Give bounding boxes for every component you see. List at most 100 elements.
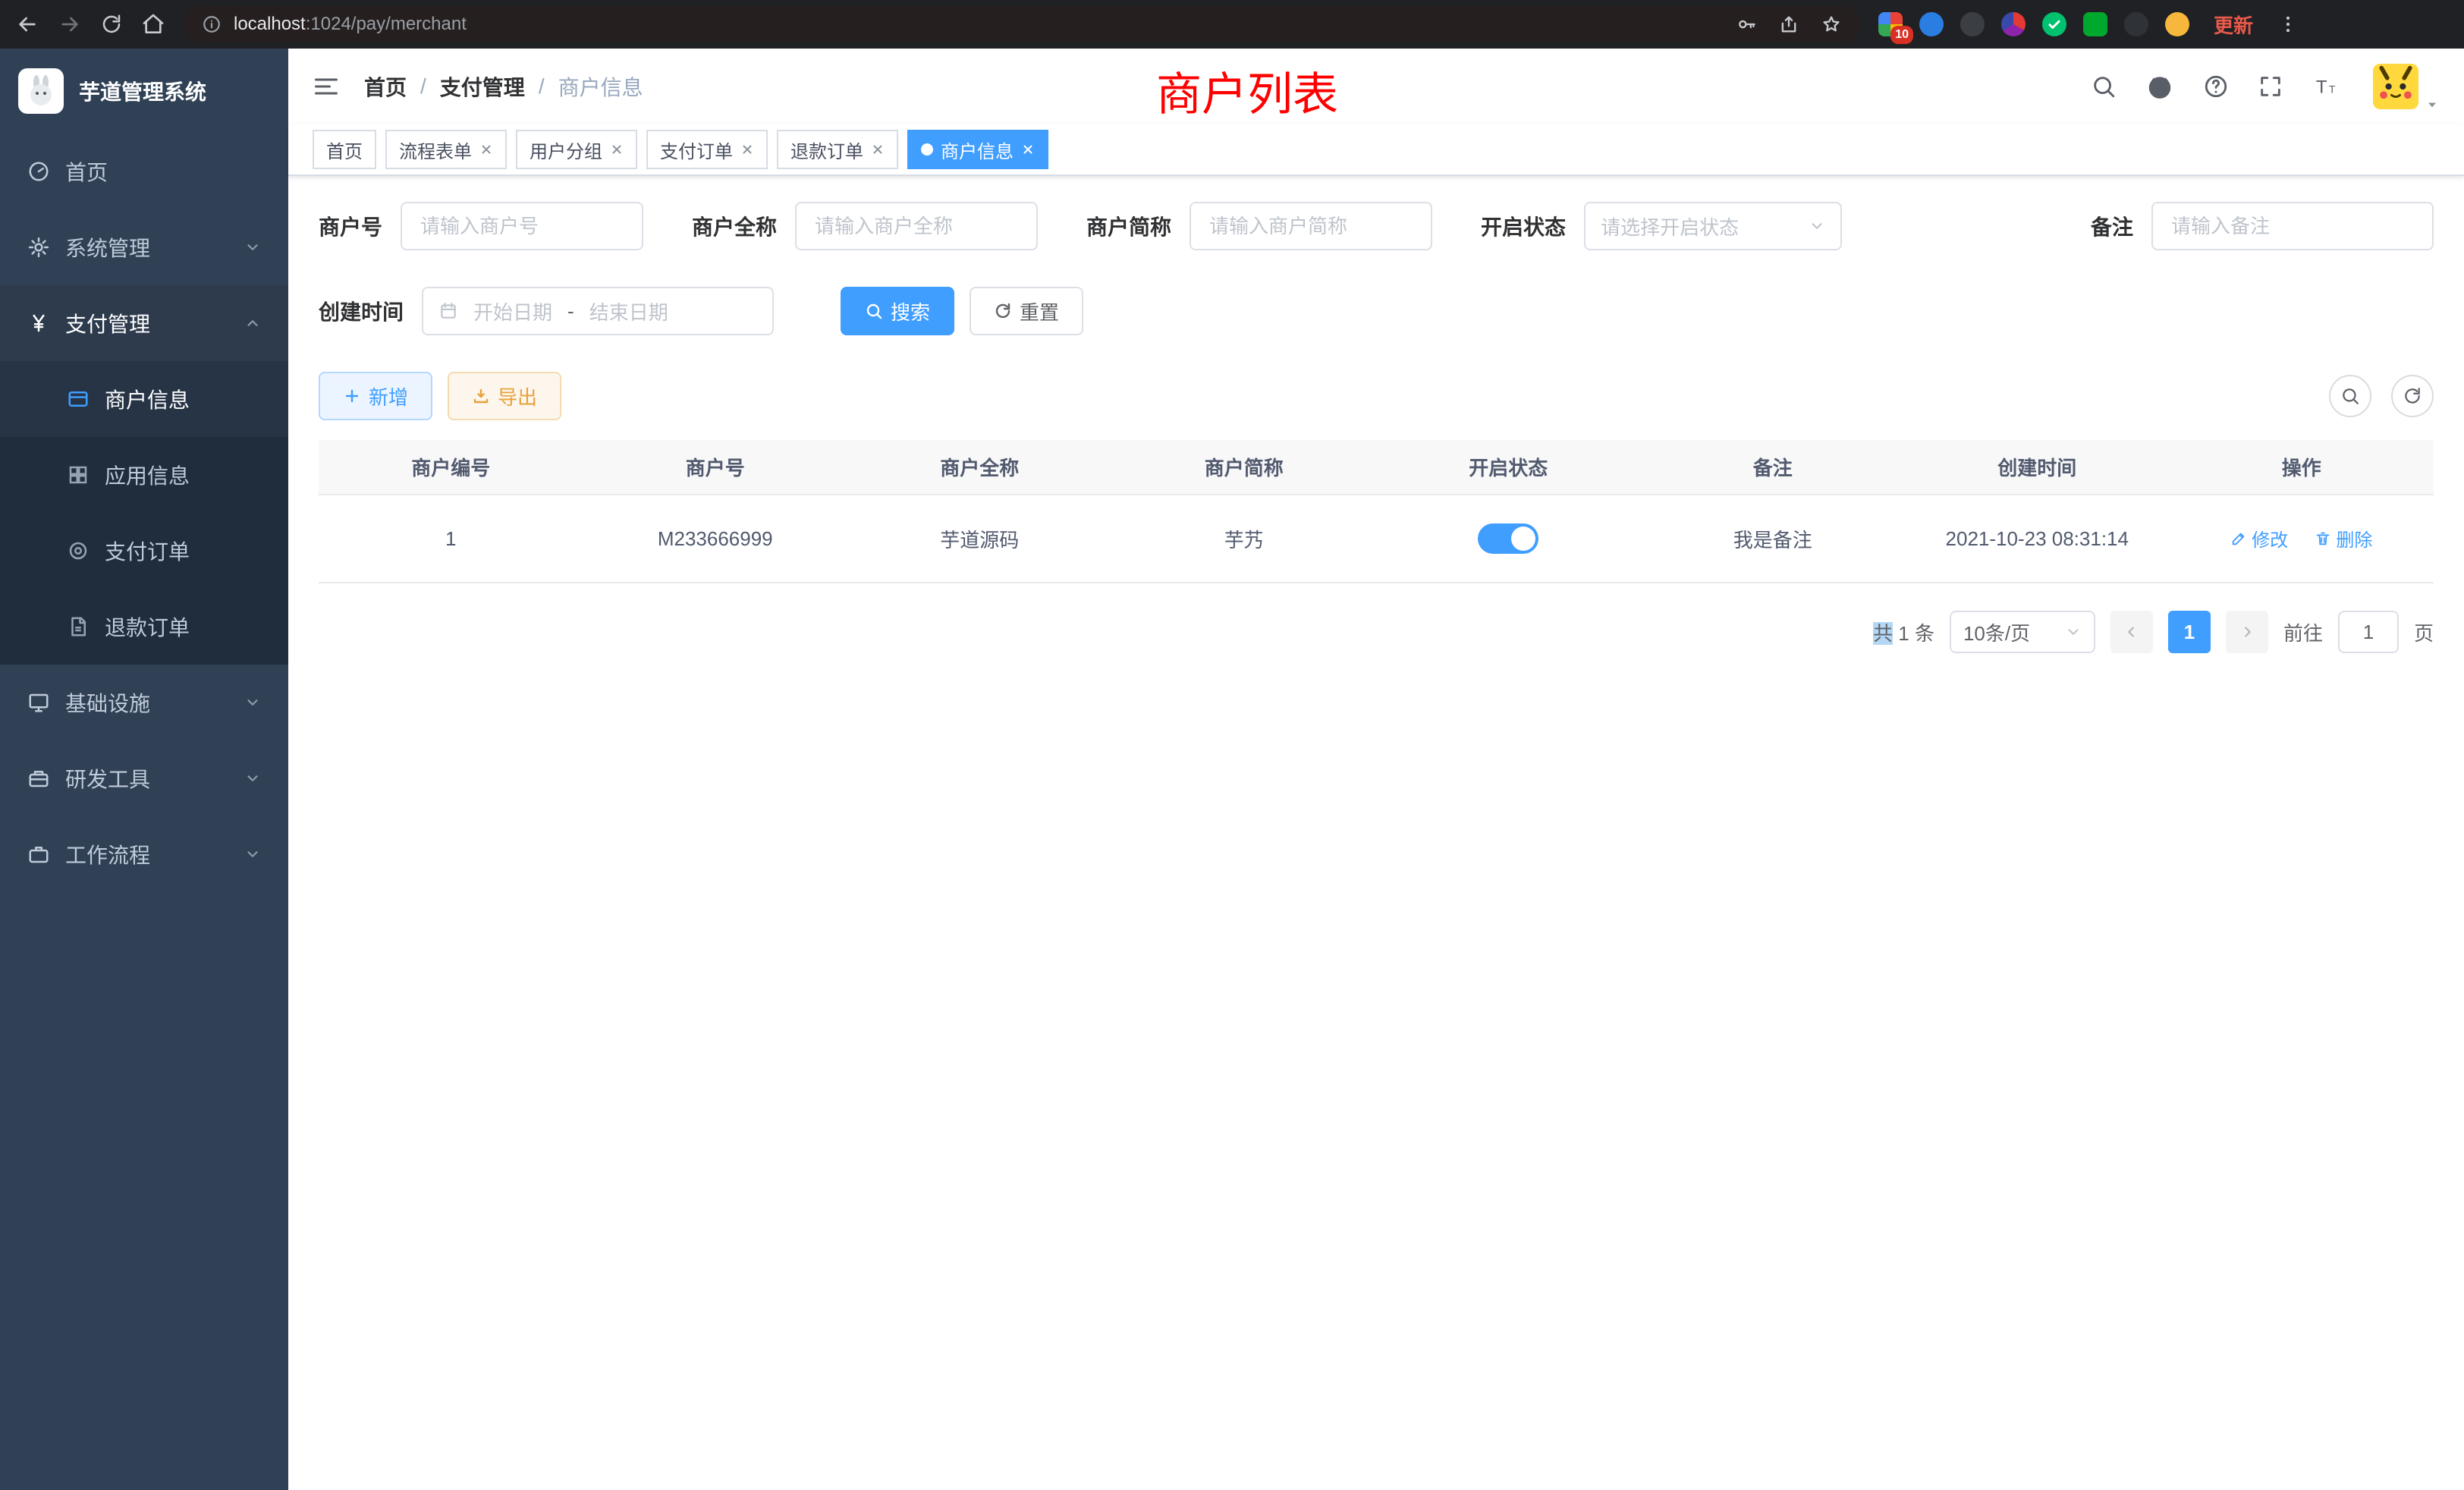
tab-label: 支付订单 — [660, 137, 733, 163]
browser-update-button[interactable]: 更新 — [2214, 11, 2253, 39]
table-row: 1 M233666999 芋道源码 芋艿 我是备注 2021-10-23 08:… — [319, 495, 2434, 583]
app-logo[interactable]: 芋道管理系统 — [0, 49, 288, 134]
remark-input[interactable] — [2151, 202, 2434, 250]
tab-merchant-info[interactable]: 商户信息 — [907, 130, 1048, 169]
filter-row-1: 商户号 商户全称 商户简称 开启状态 请选择开启状态 — [319, 202, 2434, 250]
filter-label: 商户简称 — [1086, 211, 1171, 241]
tab-pay-order[interactable]: 支付订单 — [646, 130, 768, 169]
sidebar-item-devtools[interactable]: 研发工具 — [0, 740, 288, 816]
monitor-icon — [27, 691, 50, 714]
font-size-icon[interactable]: TT — [2312, 74, 2341, 99]
url-host: localhost — [234, 14, 306, 34]
close-icon[interactable] — [740, 143, 754, 156]
sidebar-item-app-info[interactable]: 应用信息 — [0, 437, 288, 513]
pagination-total-rest: 1 条 — [1893, 622, 1934, 645]
tab-refund-order[interactable]: 退款订单 — [777, 130, 898, 169]
date-start-placeholder: 开始日期 — [473, 297, 552, 325]
search-button[interactable]: 搜索 — [841, 287, 954, 335]
col-create-time: 创建时间 — [1905, 440, 2170, 495]
edit-icon — [2230, 530, 2247, 547]
filter-short-name: 商户简称 — [1086, 202, 1432, 250]
sidebar-item-label: 退款订单 — [105, 611, 190, 642]
extension-icon-5[interactable] — [2042, 12, 2066, 36]
app-title: 芋道管理系统 — [79, 76, 206, 106]
extension-icon-6[interactable] — [2083, 12, 2107, 36]
extension-icon-1[interactable]: 10 — [1878, 12, 1903, 36]
bookmark-star-icon[interactable] — [1821, 14, 1842, 35]
sidebar-item-payment[interactable]: 支付管理 — [0, 285, 288, 361]
sidebar-fold-icon[interactable] — [313, 73, 340, 100]
add-button-label: 新增 — [369, 382, 408, 410]
fullscreen-icon[interactable] — [2258, 74, 2283, 99]
sidebar-item-system[interactable]: 系统管理 — [0, 209, 288, 285]
full-name-input[interactable] — [795, 202, 1038, 250]
address-bar[interactable]: localhost:1024/pay/merchant — [184, 6, 1860, 42]
tab-label: 退款订单 — [790, 137, 863, 163]
user-avatar[interactable] — [2373, 64, 2418, 109]
home-button[interactable] — [141, 12, 165, 36]
extension-icon-8[interactable] — [2165, 12, 2189, 36]
sidebar-item-workflow[interactable]: 工作流程 — [0, 816, 288, 892]
back-button[interactable] — [15, 12, 39, 36]
page-size-select[interactable]: 10条/页 — [1950, 611, 2095, 653]
close-icon[interactable] — [871, 143, 885, 156]
next-page-button[interactable] — [2226, 611, 2268, 653]
sidebar-item-label: 系统管理 — [65, 232, 150, 262]
share-icon[interactable] — [1778, 14, 1799, 35]
cell-create-time: 2021-10-23 08:31:14 — [1905, 495, 2170, 583]
filter-label: 备注 — [2091, 211, 2133, 241]
breadcrumb-home[interactable]: 首页 — [364, 71, 407, 102]
page-content: 商户号 商户全称 商户简称 开启状态 请选择开启状态 — [288, 176, 2464, 1490]
site-info-icon[interactable] — [202, 14, 222, 34]
add-button[interactable]: 新增 — [319, 372, 432, 420]
short-name-input[interactable] — [1190, 202, 1432, 250]
edit-button[interactable]: 修改 — [2230, 525, 2288, 552]
dashboard-icon — [27, 160, 50, 183]
sidebar-item-home[interactable]: 首页 — [0, 134, 288, 209]
sidebar-item-merchant-info[interactable]: 商户信息 — [0, 361, 288, 437]
export-button[interactable]: 导出 — [448, 372, 561, 420]
cell-merchant-id: 1 — [319, 495, 583, 583]
extension-icon-4[interactable] — [2001, 12, 2026, 36]
reset-button[interactable]: 重置 — [970, 287, 1083, 335]
sidebar-item-pay-order[interactable]: 支付订单 — [0, 513, 288, 589]
close-icon[interactable] — [610, 143, 624, 156]
refresh-table-button[interactable] — [2391, 375, 2434, 417]
help-icon[interactable] — [2203, 74, 2229, 99]
toggle-search-button[interactable] — [2329, 375, 2371, 417]
goto-page-input[interactable] — [2338, 611, 2399, 653]
delete-button[interactable]: 删除 — [2315, 525, 2372, 552]
sidebar-item-label: 研发工具 — [65, 763, 150, 794]
breadcrumb: 首页 / 支付管理 / 商户信息 — [364, 71, 643, 102]
status-select[interactable]: 请选择开启状态 — [1584, 202, 1842, 250]
cell-remark: 我是备注 — [1641, 495, 1906, 583]
browser-menu-icon[interactable] — [2277, 14, 2299, 35]
github-icon[interactable] — [2145, 72, 2174, 101]
tab-home[interactable]: 首页 — [313, 130, 376, 169]
merchant-table: 商户编号 商户号 商户全称 商户简称 开启状态 备注 创建时间 操作 1 M23… — [319, 440, 2434, 583]
user-menu[interactable] — [2373, 64, 2418, 109]
forward-button[interactable] — [58, 12, 82, 36]
prev-page-button[interactable] — [2110, 611, 2153, 653]
chevron-down-icon — [1809, 218, 1825, 234]
close-icon[interactable] — [1021, 143, 1035, 156]
password-key-icon[interactable] — [1736, 14, 1757, 35]
status-toggle[interactable] — [1478, 523, 1538, 554]
merchant-no-input[interactable] — [401, 202, 643, 250]
sidebar-item-refund-order[interactable]: 退款订单 — [0, 589, 288, 665]
filter-status: 开启状态 请选择开启状态 — [1481, 202, 1842, 250]
search-icon[interactable] — [2091, 74, 2117, 99]
close-icon[interactable] — [479, 143, 493, 156]
extension-icon-3[interactable] — [1960, 12, 1985, 36]
breadcrumb-payment[interactable]: 支付管理 — [440, 71, 525, 102]
tab-process-form[interactable]: 流程表单 — [385, 130, 507, 169]
payment-submenu: 商户信息 应用信息 支付订单 — [0, 361, 288, 665]
date-range-picker[interactable]: 开始日期 - 结束日期 — [422, 287, 774, 335]
tab-user-group[interactable]: 用户分组 — [516, 130, 637, 169]
breadcrumb-separator: / — [539, 74, 545, 99]
extension-icon-7[interactable] — [2124, 12, 2148, 36]
sidebar-item-infrastructure[interactable]: 基础设施 — [0, 665, 288, 740]
page-number-1[interactable]: 1 — [2168, 611, 2211, 653]
reload-button[interactable] — [100, 13, 123, 36]
extension-icon-2[interactable] — [1919, 12, 1944, 36]
